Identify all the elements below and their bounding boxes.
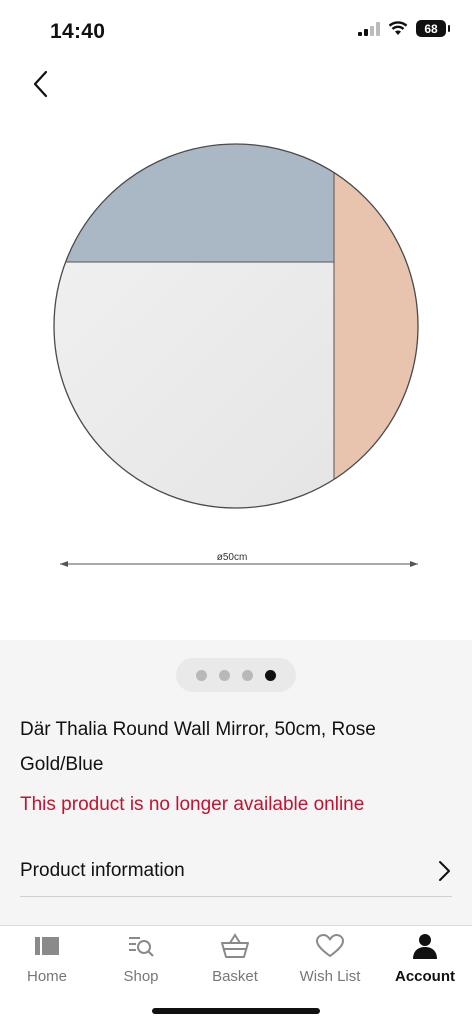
home-indicator <box>152 1008 320 1014</box>
tab-shop-label: Shop <box>123 968 159 985</box>
account-icon <box>413 934 437 959</box>
pager-dot[interactable] <box>196 669 207 681</box>
status-icons: 68 <box>358 20 450 37</box>
tab-wish-list[interactable]: Wish List <box>283 930 377 990</box>
image-pager[interactable] <box>176 658 296 692</box>
tab-basket[interactable]: Basket <box>188 930 282 990</box>
tab-basket-label: Basket <box>212 968 258 985</box>
product-image-carousel[interactable]: ø50cm <box>0 110 472 640</box>
pager-dot[interactable] <box>219 669 230 681</box>
status-bar: 14:40 68 <box>0 0 472 60</box>
wifi-icon <box>388 21 408 35</box>
availability-message: This product is no longer available onli… <box>20 794 365 815</box>
tab-home[interactable]: Home <box>0 930 94 990</box>
product-image: ø50cm <box>53 143 419 567</box>
tab-account-label: Account <box>395 968 455 985</box>
tab-wish-list-label: Wish List <box>299 968 361 985</box>
product-information-row[interactable]: Product information <box>20 845 452 897</box>
battery-level: 68 <box>424 21 438 36</box>
home-icon <box>35 937 59 955</box>
chevron-left-icon <box>33 70 48 98</box>
product-information-label: Product information <box>20 859 185 881</box>
chevron-right-icon <box>439 860 450 881</box>
battery-icon: 68 <box>416 20 450 37</box>
heart-icon <box>316 934 344 957</box>
status-time: 14:40 <box>50 20 106 43</box>
basket-icon <box>221 933 249 958</box>
dimension-label: ø50cm <box>217 552 248 563</box>
tab-account[interactable]: Account <box>378 930 472 990</box>
pager-dot[interactable] <box>242 669 253 681</box>
signal-icon <box>358 21 380 36</box>
back-button[interactable] <box>26 66 56 102</box>
shop-search-icon <box>129 937 154 957</box>
tab-shop[interactable]: Shop <box>94 930 188 990</box>
tab-home-label: Home <box>26 968 67 985</box>
product-title: Där Thalia Round Wall Mirror, 50cm, Rose… <box>20 719 376 775</box>
pager-dot-active[interactable] <box>265 669 276 681</box>
